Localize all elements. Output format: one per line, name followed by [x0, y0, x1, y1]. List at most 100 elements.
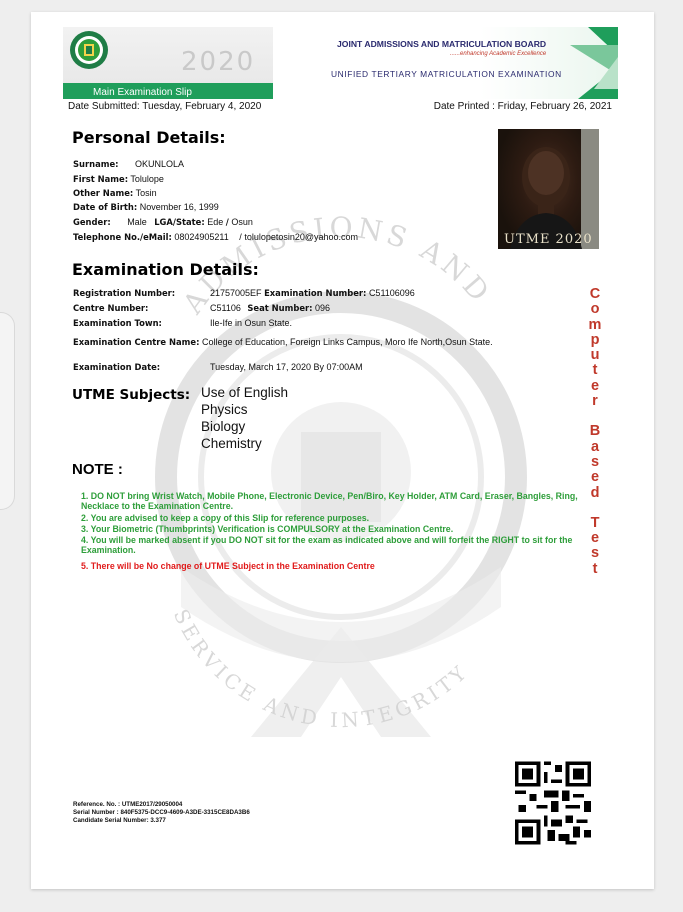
exam-number-label: Examination Number:	[264, 288, 367, 298]
centre-row: Centre Number: C51106 Seat Number: 096	[73, 303, 330, 313]
surname-label: Surname:	[73, 159, 119, 169]
exam-date-label: Examination Date:	[73, 362, 161, 372]
year-watermark: 2020	[181, 47, 256, 77]
email-value: tolulopetosin20@yahoo.com	[244, 232, 359, 242]
vertical-letter: t	[592, 362, 598, 379]
note-item: 2. You are advised to keep a copy of thi…	[81, 513, 370, 523]
exam-name: UNIFIED TERTIARY MATRICULATION EXAMINATI…	[331, 69, 562, 79]
jamb-logo-icon	[70, 31, 108, 69]
surname-row: Surname: OKUNLOLA	[73, 159, 184, 169]
dob-value: November 16, 1999	[139, 202, 219, 212]
reg-number-label: Registration Number:	[73, 288, 176, 298]
vertical-spacer	[588, 409, 602, 424]
vertical-letter: s	[590, 453, 600, 470]
header-right-panel: JOINT ADMISSIONS AND MATRICULATION BOARD…	[273, 27, 618, 99]
exam-number-value: C51106096	[368, 288, 415, 298]
board-motto: ......enhancing Academic Excellence	[450, 51, 547, 57]
vertical-letter: e	[590, 530, 600, 547]
vertical-letter: u	[590, 347, 600, 364]
contact-separator: /	[239, 232, 242, 242]
centre-name-label: Examination Centre Name:	[73, 337, 200, 347]
personal-details-title: Personal Details:	[72, 128, 226, 147]
first-name-label: First Name:	[73, 174, 129, 184]
date-printed: Date Printed : Friday, February 26, 2021	[433, 101, 612, 112]
centre-name-row: Examination Centre Name: College of Educ…	[73, 337, 493, 347]
serial-number: Serial Number : 840F5375-DCC9-4609-A3DE-…	[73, 809, 250, 816]
vertical-letter: B	[589, 423, 601, 440]
slip-label-band: Main Examination Slip	[63, 83, 273, 99]
candidate-face-icon	[510, 129, 599, 249]
qr-code-icon	[515, 761, 591, 845]
centre-name-value: College of Education, Foreign Links Camp…	[201, 337, 493, 347]
vertical-spacer	[588, 501, 602, 516]
date-submitted: Date Submitted: Tuesday, February 4, 202…	[68, 101, 262, 112]
other-name-label: Other Name:	[73, 188, 134, 198]
lga-state-separator: /	[225, 217, 229, 227]
exam-date-row: Examination Date: Tuesday, March 17, 202…	[73, 362, 363, 372]
phone-value: 08024905211	[174, 232, 229, 242]
lga-value: Ede	[207, 217, 224, 227]
vertical-letter: d	[590, 484, 600, 501]
other-name-value: Tosin	[135, 188, 157, 198]
lga-label: LGA/State:	[154, 217, 205, 227]
side-panel-handle[interactable]	[0, 312, 15, 510]
vertical-letter: t	[592, 560, 598, 577]
first-name-value: Tolulope	[130, 174, 164, 184]
subject-item: Use of English	[201, 385, 289, 400]
town-label: Examination Town:	[73, 318, 162, 328]
note-title: NOTE :	[72, 461, 123, 478]
town-value: Ile-Ife in Osun State.	[210, 318, 293, 328]
vertical-letter: r	[592, 393, 598, 410]
reg-number-group: 21757005EF Examination Number: C51106096	[210, 288, 415, 298]
vertical-letter: m	[588, 316, 602, 333]
note-item-warning: 5. There will be No change of UTME Subje…	[81, 561, 375, 571]
vertical-letter: e	[590, 377, 600, 394]
board-name: JOINT ADMISSIONS AND MATRICULATION BOARD	[337, 39, 547, 49]
vertical-letter: s	[590, 545, 600, 562]
contact-label: Telephone No./eMail:	[73, 232, 172, 242]
candidate-photo: UTME 2020	[498, 129, 599, 249]
seat-number-label: Seat Number:	[247, 303, 313, 313]
seat-number-value: 096	[315, 303, 331, 313]
photo-stamp: UTME 2020	[504, 232, 593, 247]
other-name-row: Other Name: Tosin	[73, 188, 157, 198]
vertical-letter: p	[590, 331, 600, 348]
reference-number: Reference. No. : UTME2017/29050004	[73, 801, 183, 808]
subject-item: Biology	[201, 419, 246, 434]
town-row: Examination Town: Ile-Ife in Osun State.	[73, 318, 292, 328]
centre-number-label: Centre Number:	[73, 303, 149, 313]
slip-label: Main Examination Slip	[93, 87, 192, 98]
state-value: Osun	[231, 217, 253, 227]
candidate-serial-number: Candidate Serial Number: 3.377	[73, 817, 166, 824]
exam-details-title: Examination Details:	[72, 260, 259, 279]
centre-number-group: C51106 Seat Number: 096	[210, 303, 330, 313]
note-item: 4. You will be marked absent if you DO N…	[81, 535, 573, 555]
contact-row: Telephone No./eMail: 08024905211 / tolul…	[73, 232, 358, 242]
vertical-letter: T	[590, 514, 600, 531]
exam-date-value: Tuesday, March 17, 2020 By 07:00AM	[210, 362, 363, 372]
slip-header: 2020 Main Examination Slip JOINT ADMISSI…	[63, 27, 618, 99]
subject-item: Chemistry	[201, 436, 262, 451]
dob-row: Date of Birth: November 16, 1999	[73, 202, 219, 212]
note-item: 3. Your Biometric (Thumbprints) Verifica…	[81, 524, 454, 534]
gender-value: Male	[127, 217, 147, 227]
utme-subjects-title: UTME Subjects:	[72, 387, 191, 403]
surname-value: OKUNLOLA	[135, 159, 185, 169]
vertical-letter: a	[590, 438, 600, 455]
reg-number-value: 21757005EF	[210, 288, 262, 298]
registration-row: Registration Number: 21757005EF Examinat…	[73, 288, 415, 298]
vertical-letter: C	[589, 286, 601, 302]
first-name-row: First Name: Tolulope	[73, 174, 164, 184]
subject-item: Physics	[201, 402, 248, 417]
vertical-letter: o	[590, 301, 600, 318]
centre-number-value: C51106	[210, 303, 241, 313]
gender-row: Gender: Male LGA/State: Ede / Osun	[73, 217, 253, 227]
header-left-panel: 2020 Main Examination Slip	[63, 27, 273, 99]
dob-label: Date of Birth:	[73, 202, 138, 212]
note-item: 1. DO NOT bring Wrist Watch, Mobile Phon…	[81, 491, 578, 511]
exam-slip-page: 2020 Main Examination Slip JOINT ADMISSI…	[31, 12, 654, 889]
gender-label: Gender:	[73, 217, 111, 227]
computer-based-test-vertical-text: C o m p u t e r B a s e d T e s t	[588, 286, 602, 577]
vertical-letter: e	[590, 469, 600, 486]
header-stripes-icon	[570, 27, 618, 99]
